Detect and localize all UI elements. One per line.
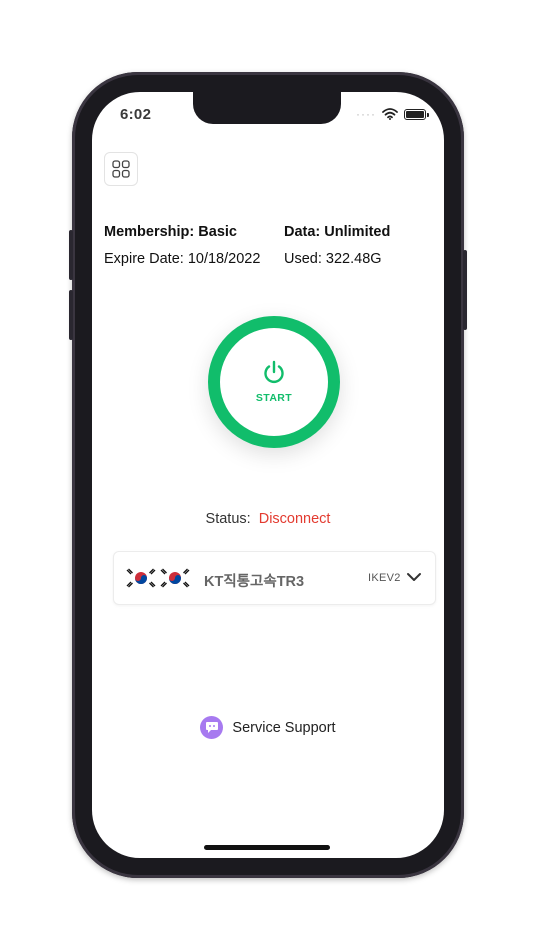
- data-value: Unlimited: [324, 224, 391, 240]
- grid-icon: [112, 160, 130, 178]
- chat-bubble-icon: [200, 716, 224, 739]
- phone-side-button: [463, 250, 467, 330]
- service-support-link[interactable]: Service Support: [92, 716, 444, 739]
- connection-status: Status: Disconnect: [92, 511, 444, 527]
- membership-info: Membership: Basic: [104, 224, 237, 240]
- menu-grid-button[interactable]: [104, 152, 138, 186]
- battery-icon: [404, 108, 429, 120]
- chevron-down-icon[interactable]: [406, 571, 422, 583]
- membership-label: Membership:: [104, 224, 195, 240]
- status-time: 6:02: [120, 106, 152, 123]
- home-indicator[interactable]: [204, 845, 330, 850]
- wifi-icon: [382, 108, 398, 120]
- protocol-label: IKEV2: [368, 572, 401, 584]
- phone-notch: [193, 92, 341, 124]
- power-icon: [264, 360, 284, 384]
- used-info: Used: 322.48G: [284, 251, 382, 267]
- service-support-label: Service Support: [232, 719, 336, 736]
- expire-info: Expire Date: 10/18/2022: [104, 251, 260, 267]
- start-button[interactable]: START: [208, 316, 340, 448]
- server-selector[interactable]: KT직통고속TR3 IKEV2: [113, 551, 436, 605]
- server-name: KT직통고속TR3: [204, 574, 305, 590]
- cellular-signal-icon: ····: [356, 107, 376, 121]
- data-label: Data:: [284, 224, 321, 240]
- data-info: Data: Unlimited: [284, 224, 390, 240]
- korea-flag-icon: [158, 566, 192, 590]
- membership-value: Basic: [198, 224, 237, 240]
- phone-side-button: [69, 290, 73, 340]
- status-label: Status:: [205, 511, 251, 527]
- phone-side-button: [69, 230, 73, 280]
- status-icons: ····: [356, 107, 429, 121]
- korea-flag-icon: [124, 566, 158, 590]
- used-value: 322.48G: [325, 251, 382, 267]
- used-label: Used:: [284, 251, 322, 267]
- app-screen: 6:02 ···· Membership: Basic Data: Unlimi…: [92, 92, 444, 858]
- status-value: Disconnect: [258, 511, 331, 527]
- expire-value: 10/18/2022: [187, 251, 261, 267]
- start-label: START: [255, 392, 293, 404]
- expire-label: Expire Date:: [104, 251, 184, 267]
